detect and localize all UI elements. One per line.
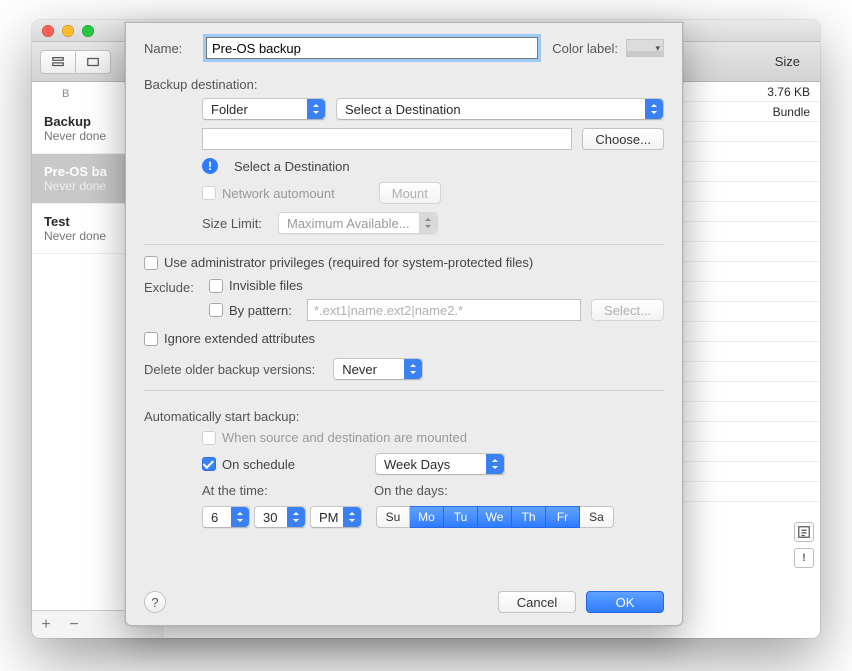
exclude-label: Exclude:: [144, 278, 199, 295]
dest-path-select[interactable]: Select a Destination: [336, 98, 664, 120]
view-wide-button[interactable]: [75, 50, 111, 74]
dest-warning: Select a Destination: [234, 159, 350, 174]
time-minute-select[interactable]: 30: [254, 506, 306, 528]
choose-button[interactable]: Choose...: [582, 128, 664, 150]
select-pattern-button: Select...: [591, 299, 664, 321]
settings-sheet: Name: Color label: ▾ Backup destination:…: [125, 22, 683, 626]
color-label: Color label:: [552, 41, 618, 56]
day-sa[interactable]: Sa: [580, 506, 614, 528]
automount-label: Network automount: [222, 186, 335, 201]
pattern-input[interactable]: [307, 299, 581, 321]
invisible-checkbox[interactable]: [209, 279, 223, 293]
cancel-button[interactable]: Cancel: [498, 591, 576, 613]
help-button[interactable]: ?: [144, 591, 166, 613]
name-input[interactable]: [206, 37, 538, 59]
admin-checkbox[interactable]: [144, 256, 158, 270]
ignore-xattr-label: Ignore extended attributes: [164, 331, 315, 346]
bypattern-label: By pattern:: [229, 303, 292, 318]
ok-button[interactable]: OK: [586, 591, 664, 613]
on-schedule-label: On schedule: [222, 457, 295, 472]
invisible-label: Invisible files: [229, 278, 303, 293]
auto-mounted-label: When source and destination are mounted: [222, 430, 467, 445]
bypattern-checkbox[interactable]: [209, 303, 223, 317]
delete-versions-select[interactable]: Never: [333, 358, 423, 380]
type-cell: Bundle: [773, 105, 810, 119]
day-fr[interactable]: Fr: [546, 506, 580, 528]
day-we[interactable]: We: [478, 506, 512, 528]
auto-label: Automatically start backup:: [144, 409, 664, 424]
dest-label: Backup destination:: [144, 77, 664, 92]
delete-versions-label: Delete older backup versions:: [144, 362, 315, 377]
view-compact-button[interactable]: [40, 50, 76, 74]
warning-icon[interactable]: !: [794, 548, 814, 568]
dest-path-field[interactable]: [202, 128, 572, 150]
on-days-label: On the days:: [374, 483, 448, 498]
ignore-xattr-checkbox[interactable]: [144, 332, 158, 346]
alert-icon: !: [202, 158, 218, 174]
sizelimit-label: Size Limit:: [202, 216, 268, 231]
minimize-icon[interactable]: [62, 25, 74, 37]
sizelimit-select: Maximum Available...: [278, 212, 438, 234]
close-icon[interactable]: [42, 25, 54, 37]
zoom-icon[interactable]: [82, 25, 94, 37]
admin-label: Use administrator privileges (required f…: [164, 255, 533, 270]
mount-button: Mount: [379, 182, 441, 204]
remove-button[interactable]: −: [60, 616, 88, 634]
time-ampm-select[interactable]: PM: [310, 506, 362, 528]
size-column-header: Size: [775, 54, 812, 69]
dest-type-select[interactable]: Folder: [202, 98, 326, 120]
day-tu[interactable]: Tu: [444, 506, 478, 528]
schedule-type-select[interactable]: Week Days: [375, 453, 505, 475]
day-su[interactable]: Su: [376, 506, 410, 528]
add-button[interactable]: +: [32, 616, 60, 634]
day-selector[interactable]: SuMoTuWeThFrSa: [376, 506, 614, 528]
info-icon[interactable]: [794, 522, 814, 542]
size-cell: 3.76 KB: [767, 85, 810, 99]
name-label: Name:: [144, 41, 192, 56]
time-hour-select[interactable]: 6: [202, 506, 250, 528]
auto-mounted-checkbox: [202, 431, 216, 445]
day-mo[interactable]: Mo: [410, 506, 444, 528]
automount-checkbox: [202, 186, 216, 200]
on-schedule-checkbox[interactable]: [202, 457, 216, 471]
color-label-picker[interactable]: ▾: [626, 39, 664, 57]
day-th[interactable]: Th: [512, 506, 546, 528]
at-time-label: At the time:: [202, 483, 322, 498]
